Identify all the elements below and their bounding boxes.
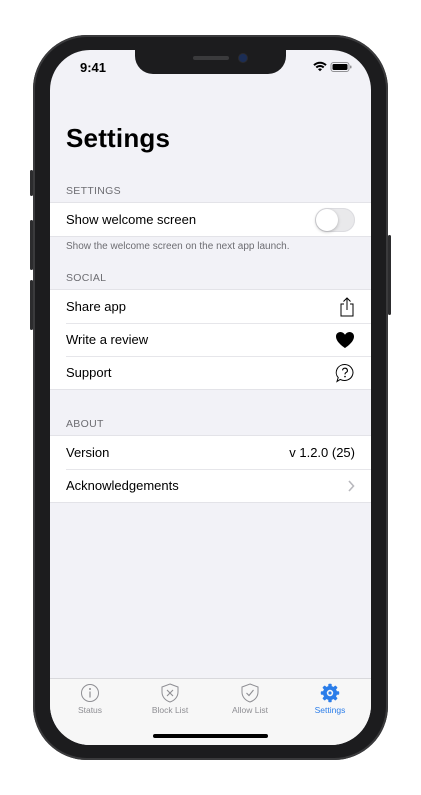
toggle-knob <box>316 208 338 231</box>
notch <box>135 50 286 74</box>
tab-block-list[interactable]: Block List <box>130 683 210 715</box>
tab-settings-label: Settings <box>314 705 346 715</box>
chevron-right-icon <box>348 479 355 492</box>
version-label: Version <box>66 445 110 460</box>
write-review-label: Write a review <box>66 332 149 347</box>
welcome-screen-row: Show welcome screen <box>50 203 371 236</box>
volume-up-button <box>30 220 33 270</box>
heart-icon <box>336 331 354 348</box>
share-app-label: Share app <box>66 299 126 314</box>
info-icon <box>81 684 99 702</box>
welcome-screen-label: Show welcome screen <box>66 212 197 227</box>
gear-icon <box>320 683 340 703</box>
silent-switch <box>30 170 33 196</box>
social-group: Share app Write a review Support <box>50 289 371 390</box>
tab-allow-list-label: Allow List <box>232 705 268 715</box>
section-header-settings: SETTINGS <box>66 185 121 197</box>
version-row: Version v 1.2.0 (25) <box>50 436 371 469</box>
share-icon <box>340 296 354 316</box>
home-indicator <box>153 734 268 738</box>
front-camera <box>239 54 247 62</box>
battery-icon <box>330 62 352 72</box>
section-header-about: ABOUT <box>66 418 104 430</box>
wifi-icon <box>313 61 327 72</box>
share-app-row[interactable]: Share app <box>50 290 371 323</box>
tab-status[interactable]: Status <box>50 683 130 715</box>
settings-group: Show welcome screen <box>50 202 371 237</box>
shield-x-icon <box>161 683 179 703</box>
acknowledgements-row[interactable]: Acknowledgements <box>50 469 371 502</box>
acknowledgements-label: Acknowledgements <box>66 478 179 493</box>
welcome-screen-footer: Show the welcome screen on the next app … <box>66 241 290 252</box>
tab-status-label: Status <box>77 705 103 715</box>
volume-down-button <box>30 280 33 330</box>
page-title: Settings <box>66 123 171 153</box>
section-header-social: SOCIAL <box>66 272 107 284</box>
tab-settings[interactable]: Settings <box>290 683 370 715</box>
status-time: 9:41 <box>80 60 107 75</box>
write-review-row[interactable]: Write a review <box>50 323 371 356</box>
tab-bar: Status Block List Allow List Settings <box>50 678 371 745</box>
support-row[interactable]: Support <box>50 356 371 389</box>
shield-check-icon <box>241 683 259 703</box>
speaker <box>193 56 229 60</box>
support-label: Support <box>66 365 112 380</box>
tab-block-list-label: Block List <box>151 705 189 715</box>
version-value: v 1.2.0 (25) <box>289 445 355 460</box>
status-icons <box>313 61 352 72</box>
power-button <box>388 235 391 315</box>
about-group: Version v 1.2.0 (25) Acknowledgements <box>50 435 371 503</box>
question-bubble-icon <box>335 363 354 383</box>
screen: 9:41 Settings SETTINGS Show welcome scre… <box>50 50 371 745</box>
welcome-screen-toggle[interactable] <box>315 207 355 232</box>
tab-allow-list[interactable]: Allow List <box>210 683 290 715</box>
